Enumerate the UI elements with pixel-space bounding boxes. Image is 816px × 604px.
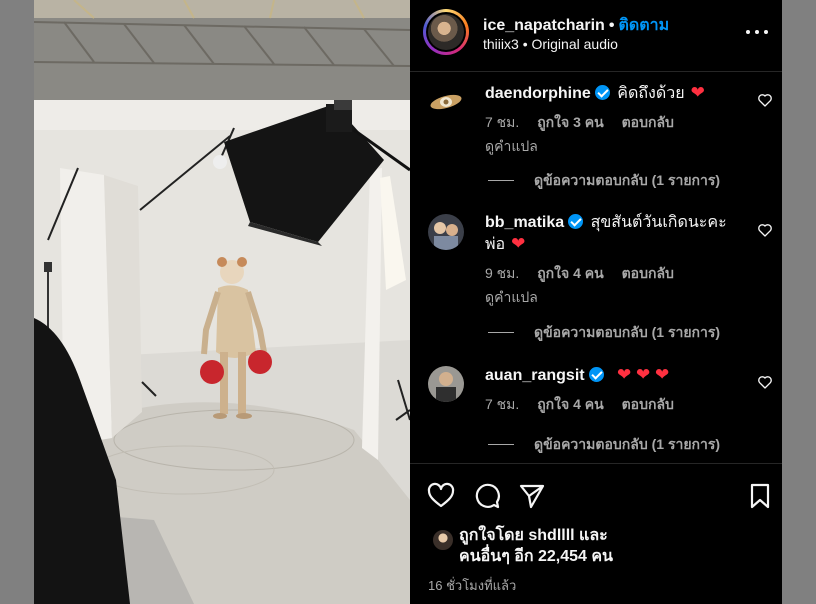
see-translation-link[interactable]: ดูคำแปล xyxy=(485,136,735,158)
comment-text: คิดถึงด้วย xyxy=(617,85,685,102)
red-heart-emoji: ❤ ❤ ❤ xyxy=(617,365,670,384)
commenter-avatar-image xyxy=(430,94,462,110)
likes-summary: ถูกใจโดย shdllll และ คนอื่นๆ อีก 22,454 … xyxy=(410,523,782,573)
header-separator: • xyxy=(608,17,615,34)
commenter-avatar[interactable] xyxy=(428,84,464,120)
post-header: ice_napatcharin • ติดตาม thiiix3 • Origina… xyxy=(410,0,782,72)
commenter-avatar-image xyxy=(428,214,464,250)
author-avatar-story-ring[interactable] xyxy=(423,9,469,55)
bookmark-icon[interactable] xyxy=(746,482,774,510)
comment-like-heart-icon[interactable] xyxy=(757,222,773,238)
author-avatar xyxy=(428,14,464,50)
post-action-bar xyxy=(410,463,782,523)
view-replies-button[interactable]: ดูข้อความตอบกลับ (1 รายการ) xyxy=(488,322,720,344)
view-replies-button[interactable]: ดูข้อความตอบกลับ (1 รายการ) xyxy=(488,434,720,456)
see-translation-link[interactable]: ดูคำแปล xyxy=(485,287,735,309)
comment-meta: 9 ชม. ถูกใจ 4 คน ตอบกลับ xyxy=(485,263,735,285)
share-icon[interactable] xyxy=(518,482,546,510)
comment-text-line-2: พ่อ ❤ xyxy=(485,233,735,255)
comment-likes-count[interactable]: ถูกใจ 4 คน xyxy=(537,265,604,281)
comment-likes-count[interactable]: ถูกใจ 4 คน xyxy=(537,396,604,412)
comment-meta: 7 ชม. ถูกใจ 3 คน ตอบกลับ xyxy=(485,112,735,134)
comment-like-heart-icon[interactable] xyxy=(757,92,773,108)
author-username[interactable]: ice_napatcharin xyxy=(483,17,605,34)
author-avatar-frame xyxy=(426,12,466,52)
verified-badge-icon xyxy=(594,85,610,100)
comment-time[interactable]: 7 ชม. xyxy=(485,396,519,412)
view-replies-dash xyxy=(488,180,514,181)
comment-username[interactable]: daendorphine xyxy=(485,85,591,102)
more-options-icon[interactable] xyxy=(746,22,768,42)
audio-label[interactable]: Original audio xyxy=(531,36,617,52)
commenter-avatar[interactable] xyxy=(428,366,464,402)
follow-button[interactable]: ติดตาม xyxy=(618,17,669,34)
comment-body: bb_matika สุขสันต์วันเกิดนะคะ พ่อ ❤ 9 ชม.… xyxy=(485,212,735,309)
view-replies-label: ดูข้อความตอบกลับ (1 รายการ) xyxy=(534,324,721,340)
comment-text-continued: พ่อ xyxy=(485,236,506,253)
modal-backdrop-left[interactable] xyxy=(0,0,34,604)
comment-body: auan_rangsit ❤ ❤ ❤ 7 ชม. ถูกใจ 4 คน ตอบก… xyxy=(485,364,735,416)
verified-badge-icon xyxy=(588,367,604,382)
liker-avatar[interactable] xyxy=(432,529,454,551)
comment-time[interactable]: 7 ชม. xyxy=(485,114,519,130)
comment-body: daendorphine คิดถึงด้วย ❤ 7 ชม. ถูกใจ 3 ค… xyxy=(485,82,735,158)
comments-panel: ice_napatcharin • ติดตาม thiiix3 • Origina… xyxy=(410,0,782,604)
likes-line-1: ถูกใจโดย shdllll และ xyxy=(459,527,608,544)
likes-text[interactable]: ถูกใจโดย shdllll และ คนอื่นๆ อีก 22,454 … xyxy=(459,525,613,567)
view-replies-label: ดูข้อความตอบกลับ (1 รายการ) xyxy=(534,436,721,452)
audio-info: thiiix3 • Original audio xyxy=(483,36,618,52)
post-video[interactable] xyxy=(34,0,410,604)
likes-line-2: คนอื่นๆ อีก 22,454 คน xyxy=(459,548,613,565)
commenter-avatar-image xyxy=(428,366,464,402)
comment-time[interactable]: 9 ชม. xyxy=(485,265,519,281)
comment-text-line: auan_rangsit ❤ ❤ ❤ xyxy=(485,364,735,386)
comment-username[interactable]: auan_rangsit xyxy=(485,367,585,384)
modal-backdrop-right[interactable] xyxy=(782,0,816,604)
more-dot xyxy=(746,30,750,34)
red-heart-emoji: ❤ xyxy=(511,234,526,253)
red-heart-emoji: ❤ xyxy=(690,83,705,102)
comment-likes-count[interactable]: ถูกใจ 3 คน xyxy=(537,114,604,130)
comment-text-line: daendorphine คิดถึงด้วย ❤ xyxy=(485,82,735,104)
view-replies-button[interactable]: ดูข้อความตอบกลับ (1 รายการ) xyxy=(488,170,720,192)
more-dot xyxy=(755,30,759,34)
audio-separator: • xyxy=(522,36,528,52)
reply-button[interactable]: ตอบกลับ xyxy=(622,114,674,130)
audio-username[interactable]: thiiix3 xyxy=(483,36,519,52)
reply-button[interactable]: ตอบกลับ xyxy=(622,265,674,281)
view-replies-label: ดูข้อความตอบกลับ (1 รายการ) xyxy=(534,172,721,188)
commenter-avatar[interactable] xyxy=(428,214,464,250)
comment-like-heart-icon[interactable] xyxy=(757,374,773,390)
post-timestamp[interactable]: 16 ชั่วโมงที่แล้ว xyxy=(428,575,516,596)
reply-button[interactable]: ตอบกลับ xyxy=(622,396,674,412)
verified-badge-icon xyxy=(568,214,584,229)
video-frame xyxy=(34,0,410,604)
comment-username[interactable]: bb_matika xyxy=(485,214,564,231)
comment-meta: 7 ชม. ถูกใจ 4 คน ตอบกลับ xyxy=(485,394,735,416)
view-replies-dash xyxy=(488,332,514,333)
more-dot xyxy=(764,30,768,34)
heart-outline-icon[interactable] xyxy=(427,482,455,510)
view-replies-dash xyxy=(488,444,514,445)
comment-icon[interactable] xyxy=(473,482,501,510)
header-title-row: ice_napatcharin • ติดตาม xyxy=(483,13,669,38)
comment-text: สุขสันต์วันเกิดนะคะ xyxy=(590,214,727,231)
comment-text-line: bb_matika สุขสันต์วันเกิดนะคะ xyxy=(485,212,735,233)
